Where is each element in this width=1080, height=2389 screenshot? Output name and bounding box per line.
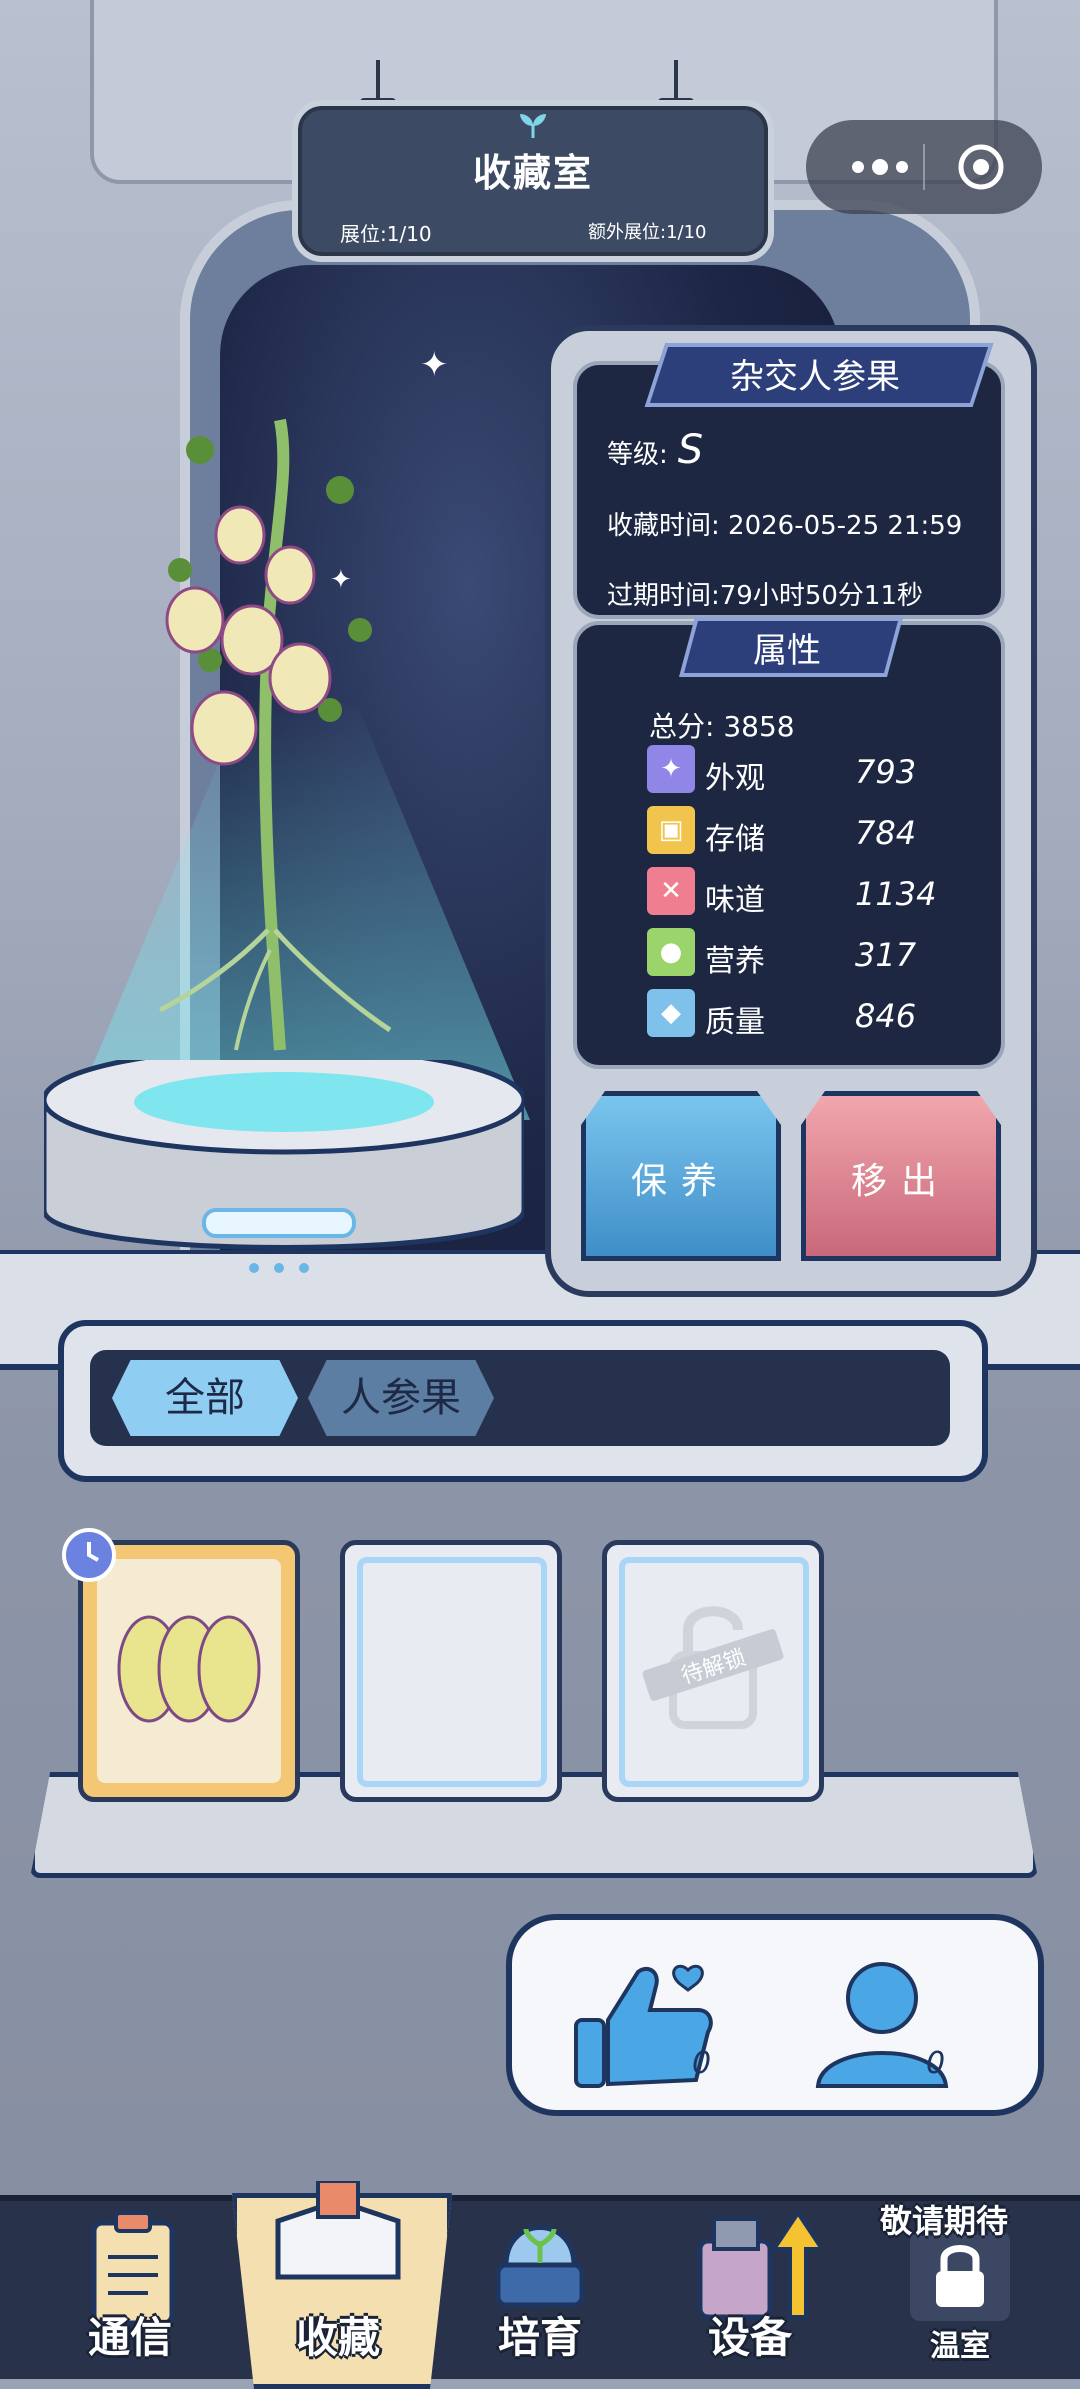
care-button[interactable]: 保养 (581, 1091, 781, 1261)
attribute-row-appearance: ✦ 外观 793 (647, 745, 967, 797)
muscle-icon: ◆ (647, 989, 695, 1037)
attribute-name: 味道 (705, 883, 765, 918)
attribute-name: 质量 (705, 1005, 765, 1040)
nav-item-comm[interactable]: 通信 (30, 2201, 230, 2379)
collection-card-2-empty[interactable] (340, 1540, 562, 1802)
capsule-divider (923, 144, 925, 190)
item-info-box: 杂交人参果 等级: S 收藏时间: 2026-05-25 21:59 过期时间:7… (573, 343, 1005, 619)
nav-label: 温室 (930, 2329, 990, 2364)
box-icon: ▣ (647, 806, 695, 854)
close-icon[interactable] (956, 142, 1006, 192)
ginseng-fruit-icon (117, 1615, 261, 1723)
social-bubble: 0 0 (506, 1914, 1044, 2116)
nav-item-cultivate[interactable]: 培育 (440, 2201, 640, 2379)
tab-all[interactable]: 全部 (112, 1360, 298, 1436)
attributes-title: 属性 (753, 631, 821, 671)
attribute-value: 784 (855, 814, 917, 852)
expire-time: 过期时间:79小时50分11秒 (607, 581, 924, 611)
collection-card-3-locked[interactable]: 待解锁 (602, 1540, 824, 1802)
attribute-name: 营养 (705, 944, 765, 979)
item-title: 杂交人参果 (730, 357, 900, 397)
attribute-row-storage: ▣ 存储 784 (647, 806, 967, 858)
star-icon: ✦ (420, 345, 449, 385)
attributes-box: 属性 总分: 3858 ✦ 外观 793 ▣ 存储 784 ✕ 味道 1134 … (573, 617, 1005, 1069)
grade-value: S (677, 427, 704, 473)
attribute-name: 存储 (705, 822, 765, 857)
attribute-name: 外观 (705, 761, 765, 796)
nav-item-equipment[interactable]: 设备 (650, 2201, 850, 2379)
attribute-value: 793 (855, 753, 917, 791)
fruit-icon: ● (647, 928, 695, 976)
attribute-value: 1134 (855, 875, 937, 913)
clock-icon (62, 1528, 116, 1582)
sprout-icon (520, 114, 546, 138)
nav-label: 设备 (707, 2313, 792, 2362)
mini-program-capsule (806, 120, 1042, 214)
total-score: 总分: 3858 (649, 710, 795, 743)
ginseng-fruit-plant (158, 418, 392, 1051)
utensils-icon: ✕ (647, 867, 695, 915)
like-count: 0 (692, 2046, 712, 2081)
attribute-row-quality: ◆ 质量 846 (647, 989, 967, 1041)
slot-count: 展位:1/10 (340, 222, 432, 246)
info-panel: 杂交人参果 等级: S 收藏时间: 2026-05-25 21:59 过期时间:7… (545, 325, 1037, 1297)
sparkle-icon: ✦ (647, 745, 695, 793)
lock-icon (910, 2231, 1010, 2321)
filter-bar: 全部 人参果 (58, 1320, 988, 1482)
nav-label: 通信 (87, 2313, 172, 2362)
extra-slot-count: 额外展位:1/10 (588, 222, 707, 243)
nav-item-collect[interactable]: 收藏 (238, 2181, 438, 2379)
grade-line: 等级: S (607, 427, 703, 473)
attribute-value: 846 (855, 997, 917, 1035)
visitor-count: 0 (926, 2046, 946, 2081)
attribute-value: 317 (855, 936, 917, 974)
attribute-row-nutrition: ● 营养 317 (647, 928, 967, 980)
more-icon[interactable] (844, 150, 916, 184)
card-content (97, 1559, 281, 1783)
title-sign: 收藏室 展位:1/10 额外展位:1/10 (292, 100, 774, 262)
remove-button[interactable]: 移出 (801, 1091, 1001, 1261)
collection-card-1[interactable] (78, 1540, 300, 1802)
coming-soon-label: 敬请期待 (880, 2202, 1009, 2240)
attribute-row-taste: ✕ 味道 1134 (647, 867, 967, 919)
card-frame (357, 1557, 547, 1787)
page-title: 收藏室 (472, 151, 593, 195)
remove-button-label: 移出 (850, 1161, 951, 1202)
tab-ginseng-fruit[interactable]: 人参果 (308, 1360, 494, 1436)
nav-label: 收藏 (295, 2313, 380, 2362)
collect-time: 收藏时间: 2026-05-25 21:59 (607, 511, 963, 541)
grade-label: 等级: (607, 440, 668, 470)
filter-tabs: 全部 人参果 (90, 1350, 950, 1446)
nav-label: 培育 (497, 2313, 582, 2362)
collection-box-icon (275, 2181, 401, 2280)
care-button-label: 保养 (630, 1161, 731, 1202)
display-pedestal (44, 1060, 524, 1273)
